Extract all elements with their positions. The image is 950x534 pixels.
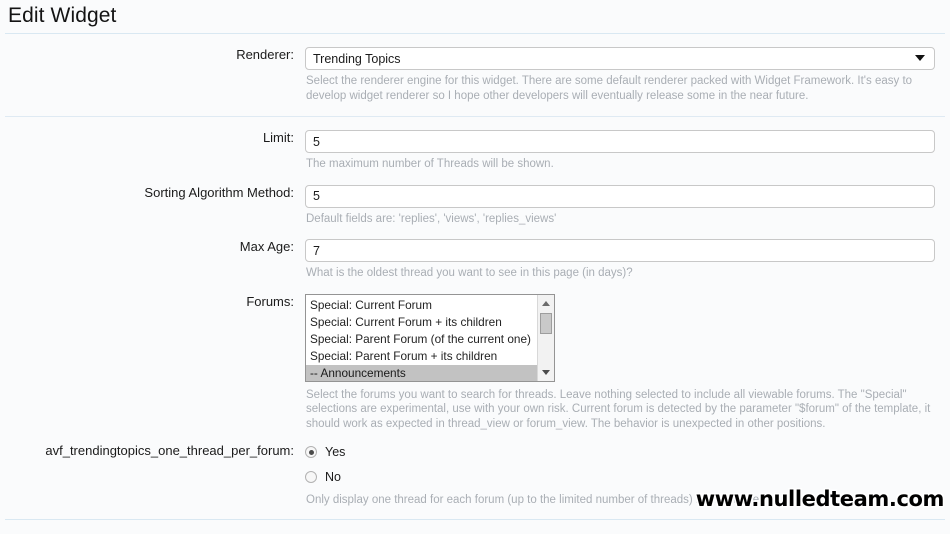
forums-label: Forums:: [246, 293, 294, 309]
radio-checked-icon[interactable]: [305, 446, 317, 458]
form-row-max-age: Max Age: What is the oldest thread you w…: [0, 239, 950, 281]
forums-option[interactable]: Special: Parent Forum (of the current on…: [306, 331, 537, 348]
forums-listbox[interactable]: Special: Current Forum Special: Current F…: [305, 293, 555, 382]
forums-option[interactable]: Special: Current Forum: [306, 297, 537, 314]
forums-hint: Select the forums you want to search for…: [306, 388, 931, 430]
forums-option[interactable]: Special: Current Forum + its children: [306, 314, 537, 331]
max-age-label: Max Age:: [239, 239, 294, 254]
one-thread-per-forum-label: avf_trendingtopics_one_thread_per_forum:: [45, 443, 294, 458]
one-thread-per-forum-radio-group: Yes No: [305, 443, 935, 486]
watermark: www.nulledteam.com: [695, 487, 945, 511]
radio-label: No: [325, 470, 341, 484]
form-row-limit: Limit: The maximum number of Threads wil…: [0, 130, 950, 172]
renderer-select[interactable]: [305, 47, 935, 70]
sorting-field: Default fields are: 'replies', 'views', …: [305, 184, 950, 227]
renderer-select-wrap[interactable]: [305, 47, 935, 70]
scrollbar-thumb[interactable]: [540, 312, 552, 334]
sorting-input[interactable]: [305, 184, 935, 208]
page-title: Edit Widget: [8, 4, 117, 27]
renderer-hint: Select the renderer engine for this widg…: [306, 75, 913, 102]
forums-option[interactable]: Special: Parent Forum + its children: [306, 348, 537, 365]
limit-input[interactable]: [305, 130, 935, 153]
limit-field: The maximum number of Threads will be sh…: [305, 130, 950, 172]
limit-hint: The maximum number of Threads will be sh…: [306, 158, 554, 170]
forums-option[interactable]: -- Announcements: [306, 364, 537, 381]
radio-option[interactable]: Yes: [305, 443, 935, 461]
forums-field: Special: Current Forum Special: Current F…: [305, 293, 950, 432]
max-age-field: What is the oldest thread you want to se…: [305, 239, 950, 281]
radio-option[interactable]: No: [305, 468, 935, 486]
form-row-sorting: Sorting Algorithm Method: Default fields…: [0, 184, 950, 227]
sorting-label: Sorting Algorithm Method:: [144, 184, 294, 200]
section-divider-1: [5, 116, 945, 117]
max-age-input[interactable]: [305, 239, 935, 262]
renderer-field: Select the renderer engine for this widg…: [305, 47, 950, 103]
renderer-label: Renderer:: [236, 47, 294, 62]
limit-label: Limit:: [262, 130, 294, 145]
form-row-renderer: Renderer: Select the renderer engine for…: [0, 47, 950, 103]
edit-widget-page: Edit Widget Renderer: Select the rendere…: [0, 0, 950, 534]
radio-unchecked-icon[interactable]: [305, 471, 317, 483]
form-row-forums: Forums: Special: Current Forum Special: C…: [0, 293, 950, 432]
scroll-up-icon[interactable]: [538, 296, 554, 311]
title-divider: [5, 33, 945, 34]
radio-label: Yes: [325, 445, 346, 459]
forums-option-list: Special: Current Forum Special: Current F…: [306, 295, 537, 381]
sorting-hint: Default fields are: 'replies', 'views', …: [306, 212, 557, 225]
scroll-down-icon[interactable]: [538, 365, 554, 380]
max-age-hint: What is the oldest thread you want to se…: [306, 267, 633, 279]
forums-scrollbar[interactable]: [537, 294, 554, 381]
bottom-divider: [5, 519, 945, 520]
